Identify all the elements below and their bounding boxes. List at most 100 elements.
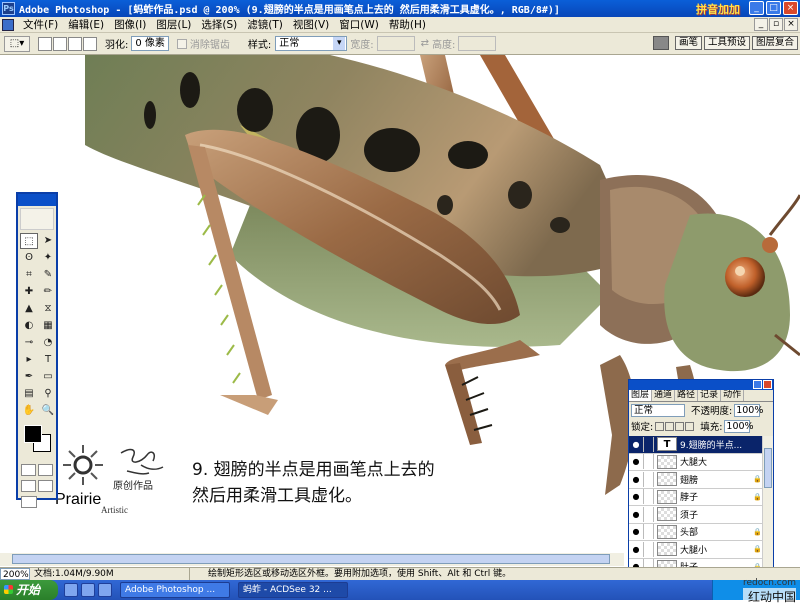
- eye-icon[interactable]: ●: [629, 545, 643, 554]
- fill-input[interactable]: 100%: [724, 419, 754, 433]
- healing-tool-icon[interactable]: ✚: [20, 284, 38, 300]
- eye-icon[interactable]: ●: [629, 440, 643, 449]
- path-select-tool-icon[interactable]: ▸: [20, 352, 38, 368]
- link-slot[interactable]: [643, 454, 654, 470]
- layers-panel-header[interactable]: [629, 380, 773, 390]
- toolbox-header[interactable]: [18, 194, 56, 206]
- history-brush-tool-icon[interactable]: ⧖: [39, 301, 57, 317]
- media-icon[interactable]: [98, 583, 112, 597]
- tab-history[interactable]: 记录: [698, 390, 722, 401]
- tab-channels[interactable]: 通道: [652, 390, 676, 401]
- eye-icon[interactable]: ●: [629, 510, 643, 519]
- zoom-input[interactable]: 200%: [0, 568, 30, 580]
- marquee-tool-icon[interactable]: ⬚: [20, 233, 38, 249]
- doc-restore-button[interactable]: ▫: [769, 18, 783, 31]
- minimize-button[interactable]: _: [749, 1, 764, 15]
- doc-size[interactable]: 文档:1.04M/9.90M: [30, 568, 190, 580]
- notes-tool-icon[interactable]: ▤: [20, 386, 38, 402]
- eraser-tool-icon[interactable]: ◐: [20, 318, 38, 334]
- type-tool-icon[interactable]: T: [39, 352, 57, 368]
- tab-paths[interactable]: 路径: [675, 390, 699, 401]
- menu-layer[interactable]: 图层(L): [151, 17, 196, 32]
- layer-comps-tab[interactable]: 图层复合: [751, 36, 798, 50]
- height-input[interactable]: [458, 36, 497, 51]
- antialias-checkbox[interactable]: [176, 38, 187, 49]
- maximize-button[interactable]: □: [766, 1, 781, 15]
- desktop-icon[interactable]: [81, 583, 95, 597]
- hscroll-thumb[interactable]: [12, 554, 610, 564]
- move-tool-icon[interactable]: ➤: [39, 233, 57, 249]
- eye-icon[interactable]: ●: [629, 457, 643, 466]
- task-photoshop[interactable]: Adobe Photoshop ...: [120, 582, 230, 598]
- link-slot[interactable]: [643, 524, 654, 540]
- new-selection-icon[interactable]: [38, 36, 52, 51]
- tool-presets-tab[interactable]: 工具预设: [703, 36, 750, 50]
- lasso-tool-icon[interactable]: ʘ: [20, 250, 38, 266]
- doc-close-button[interactable]: ×: [784, 18, 798, 31]
- lock-image-icon[interactable]: [665, 421, 675, 431]
- menu-filter[interactable]: 滤镜(T): [242, 17, 288, 32]
- canvas-hscrollbar[interactable]: [0, 553, 624, 566]
- menu-edit[interactable]: 编辑(E): [63, 17, 109, 32]
- crop-tool-icon[interactable]: ⌗: [20, 267, 38, 283]
- menu-window[interactable]: 窗口(W): [334, 17, 384, 32]
- width-input[interactable]: [376, 36, 415, 51]
- eye-icon[interactable]: ●: [629, 475, 643, 484]
- slice-tool-icon[interactable]: ✎: [39, 267, 57, 283]
- layer-row[interactable]: ● 大腿大: [629, 454, 763, 471]
- screen-mode-full-icon[interactable]: [38, 480, 53, 492]
- link-slot[interactable]: [643, 471, 654, 487]
- task-acdsee[interactable]: 蚂蚱 - ACDSee 32 ...: [238, 582, 348, 598]
- eye-icon[interactable]: ●: [629, 492, 643, 501]
- blend-mode-select[interactable]: 正常: [631, 403, 685, 417]
- layer-row[interactable]: ● 大腿小 🔒: [629, 541, 763, 559]
- doc-minimize-button[interactable]: _: [754, 18, 768, 31]
- style-select[interactable]: 正常: [275, 36, 348, 51]
- eyedropper-tool-icon[interactable]: ⚲: [39, 386, 57, 402]
- panel-close-button[interactable]: [763, 380, 772, 389]
- pen-tool-icon[interactable]: ✒: [20, 369, 38, 385]
- intersect-selection-icon[interactable]: [83, 36, 97, 51]
- eye-icon[interactable]: ●: [629, 527, 643, 536]
- panel-minimize-button[interactable]: [753, 380, 762, 389]
- quick-mask-mode-icon[interactable]: [38, 464, 53, 476]
- stamp-tool-icon[interactable]: ▲: [20, 301, 38, 317]
- magic-wand-tool-icon[interactable]: ✦: [39, 250, 57, 266]
- tool-preset-picker[interactable]: ⬚▾: [4, 35, 30, 52]
- blur-tool-icon[interactable]: ⊸: [20, 335, 38, 351]
- layer-row[interactable]: ● 翅膀 🔒: [629, 471, 763, 489]
- dodge-tool-icon[interactable]: ◔: [39, 335, 57, 351]
- tab-layers[interactable]: 图层: [629, 390, 653, 401]
- ie-icon[interactable]: [64, 583, 78, 597]
- ime-indicator[interactable]: 拼音加加: [696, 1, 740, 17]
- link-slot[interactable]: [643, 436, 654, 452]
- foreground-color-swatch[interactable]: [24, 425, 42, 443]
- menu-help[interactable]: 帮助(H): [384, 17, 431, 32]
- feather-logo-icon[interactable]: [20, 208, 54, 230]
- lock-transparency-icon[interactable]: [655, 421, 665, 431]
- layer-row[interactable]: ● 脖子 🔒: [629, 489, 763, 506]
- lock-position-icon[interactable]: [675, 421, 685, 431]
- screen-mode-standard-icon[interactable]: [21, 480, 36, 492]
- link-slot[interactable]: [643, 506, 654, 522]
- gradient-tool-icon[interactable]: ▦: [39, 318, 57, 334]
- layers-scroll-thumb[interactable]: [764, 448, 772, 488]
- add-selection-icon[interactable]: [53, 36, 67, 51]
- close-button[interactable]: ×: [783, 1, 798, 15]
- photoshop-icon[interactable]: Ps: [2, 2, 15, 15]
- brush-tool-icon[interactable]: ✏: [39, 284, 57, 300]
- lock-all-icon[interactable]: [685, 421, 695, 431]
- layer-row[interactable]: ● 须子: [629, 506, 763, 524]
- layer-row[interactable]: ● T 9.翅膀的半点...: [629, 436, 763, 454]
- layers-scrollbar[interactable]: [762, 436, 773, 568]
- link-slot[interactable]: [643, 541, 654, 557]
- standard-mode-icon[interactable]: [21, 464, 36, 476]
- subtract-selection-icon[interactable]: [68, 36, 82, 51]
- menu-view[interactable]: 视图(V): [288, 17, 334, 32]
- brushes-tab[interactable]: 画笔: [674, 36, 702, 50]
- opacity-input[interactable]: 100%: [734, 403, 763, 417]
- layer-row[interactable]: ● 头部 🔒: [629, 524, 763, 541]
- menu-file[interactable]: 文件(F): [18, 17, 63, 32]
- shape-tool-icon[interactable]: ▭: [39, 369, 57, 385]
- swap-icon[interactable]: ⇄: [421, 38, 429, 49]
